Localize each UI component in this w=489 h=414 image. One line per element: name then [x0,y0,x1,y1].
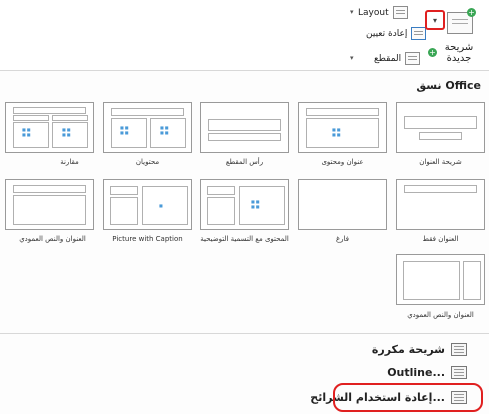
outline-label: Outline... [387,366,445,379]
add-icon: + [467,8,476,17]
caret-icon: ▾ [350,54,354,62]
layout-icon [392,6,408,19]
layout-button[interactable]: ▾ Layout [350,6,408,19]
layout-thumb-vertical-text[interactable] [5,179,94,230]
outline-item[interactable]: Outline... [387,366,467,379]
layout-label: العنوان والنص العمودي [19,235,86,243]
layout-label: Picture with Caption [112,235,183,243]
caret-icon: ▾ [350,8,354,16]
reset-label: إعادة تعيين [366,28,408,39]
layout-thumb-title-content[interactable]: ■■ ■■ [298,102,387,153]
reuse-highlight [333,383,483,412]
section-label: المقطع [374,53,402,64]
new-slide-dropdown-arrow[interactable]: ▾ [425,10,445,30]
layout-thumb-vertical-title-text[interactable] [396,254,485,305]
section-button[interactable]: ▾ المقطع + [350,48,437,65]
layout-label: عنوان ومحتوى [321,158,364,166]
duplicate-label: شريحة مكررة [371,343,445,356]
section-title: نسق Office [416,79,481,92]
chevron-down-icon: ▾ [432,16,437,25]
layout-thumb-content-caption[interactable]: ■■ ■■ [200,179,289,230]
divider [0,333,489,334]
layout-label: العنوان فقط [422,235,459,243]
layout-label: فارغ [335,235,350,243]
layout-thumb-title-slide[interactable] [396,102,485,153]
layout-label: رأس المقطع [225,158,264,166]
layout-thumb-title-only[interactable] [396,179,485,230]
layout-thumb-picture-caption[interactable]: ■ [103,179,192,230]
duplicate-icon [451,343,467,356]
outline-icon [451,366,467,379]
layout-thumb-section-header[interactable] [200,102,289,153]
layout-label: مقارنة [60,158,79,166]
layout-label: المحتوى مع التسمية التوضيحية [200,235,289,243]
new-slide-label: شريحة جديدة [444,42,474,64]
section-icon [405,52,421,65]
ribbon: ▾ Layout إعادة تعيين ▾ المقطع + + شريحة … [0,0,489,71]
layout-thumb-comparison[interactable]: ■■ ■■ ■■ ■■ [5,102,94,153]
reset-button[interactable]: إعادة تعيين [366,27,427,40]
layout-thumb-blank[interactable] [298,179,387,230]
layout-label: Layout [358,7,389,18]
duplicate-slides-item[interactable]: شريحة مكررة [372,343,467,356]
layout-thumb-two-content[interactable]: ■■ ■■ ■■ ■■ [103,102,192,153]
layout-label: شريحة العنوان [419,158,462,166]
layout-label: العنوان والنص العمودي [407,311,474,319]
